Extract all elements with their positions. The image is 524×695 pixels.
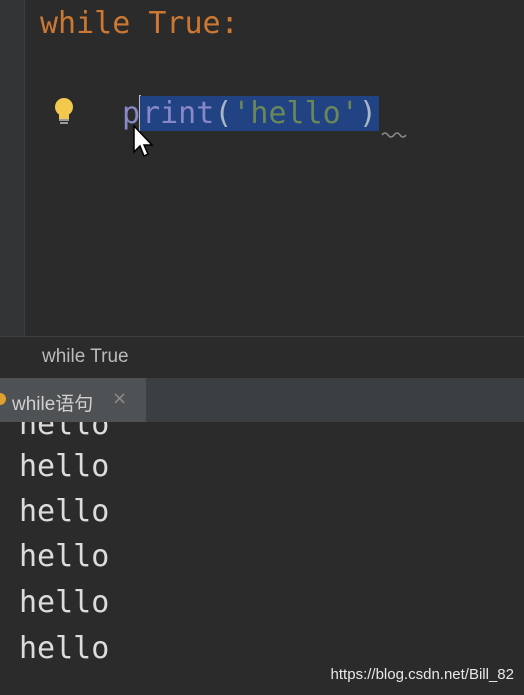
console-line: hello [19, 494, 110, 529]
string-hello: 'hello' [232, 96, 359, 131]
console-line: hello [19, 422, 110, 442]
close-icon[interactable]: × [112, 388, 127, 409]
run-tool-window-tabbar: while语句 × [0, 378, 524, 423]
console-output[interactable]: hello hello hello hello hello hello [0, 422, 524, 695]
colon: : [220, 6, 239, 41]
run-tab[interactable]: while语句 × [0, 378, 146, 422]
console-line: hello [19, 539, 110, 574]
mouse-cursor-icon [132, 124, 156, 158]
console-line: hello [19, 585, 110, 620]
editor-gutter [0, 0, 25, 336]
console-line: hello [19, 631, 110, 666]
breadcrumb-item[interactable]: while True [42, 346, 129, 368]
code-line-while[interactable]: while True: [40, 4, 239, 44]
console-line: hello [19, 449, 110, 484]
keyword-while: while [40, 6, 131, 41]
close-paren: ) [358, 96, 377, 131]
selected-text[interactable]: rint('hello') [140, 96, 379, 131]
keyword-true: True [148, 6, 221, 41]
run-tab-label: while语句 [12, 394, 94, 415]
code-line-print[interactable]: print('hello') [122, 94, 379, 134]
watermark: https://blog.csdn.net/Bill_82 [330, 666, 514, 683]
breadcrumb: while True [0, 336, 524, 379]
python-run-icon [0, 393, 6, 405]
warning-squiggle-icon [380, 126, 408, 138]
ide-window: while True: print('hello') while True wh… [0, 0, 524, 695]
lightbulb-icon[interactable] [52, 96, 76, 126]
open-paren: ( [214, 96, 233, 131]
code-editor[interactable]: while True: print('hello') [0, 0, 524, 336]
